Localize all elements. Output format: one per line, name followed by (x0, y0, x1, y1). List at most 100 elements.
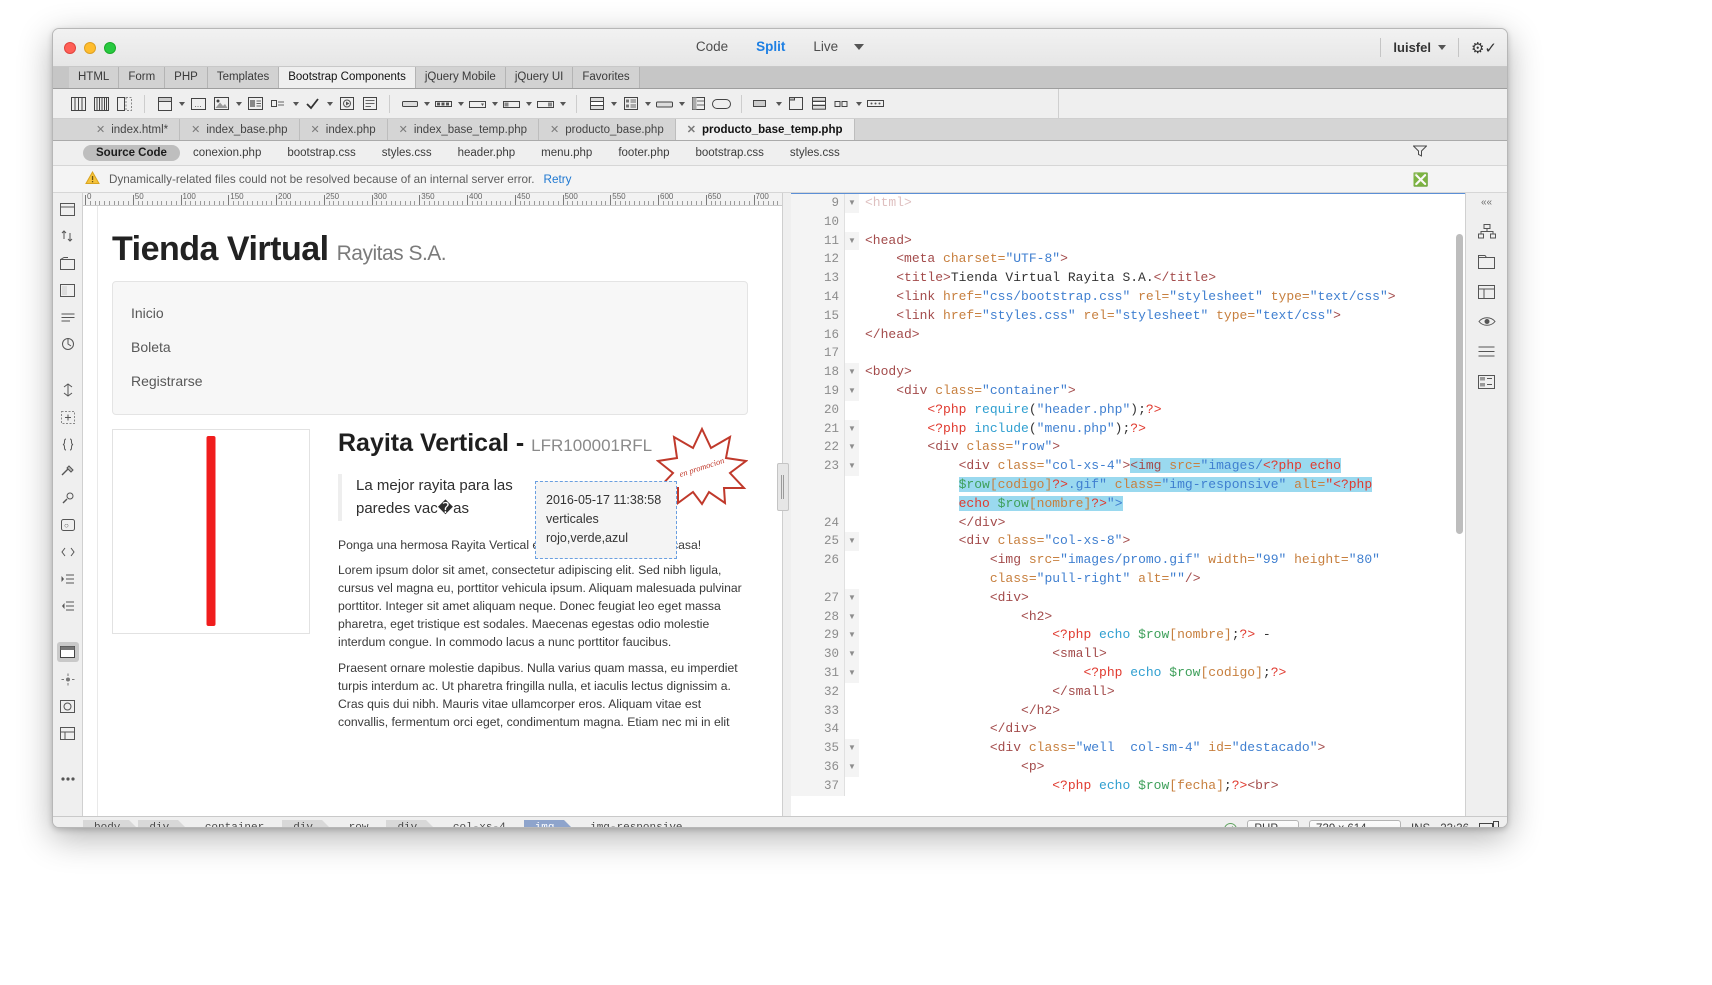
related-file-menu-php-5[interactable]: menu.php (528, 145, 605, 161)
more-options-icon[interactable] (57, 769, 79, 789)
preview-browser-icon[interactable] (57, 696, 79, 716)
fold-toggle-icon[interactable]: ▼ (845, 419, 859, 439)
close-icon[interactable]: ✕ (311, 123, 320, 136)
device-preview-icon[interactable] (1479, 820, 1499, 827)
code-text[interactable]: <div class="col-xs-4"><img src="images/<… (859, 457, 1465, 476)
chevron-down-icon[interactable] (455, 94, 466, 114)
code-line[interactable]: 31 ▼ <?php echo $row[codigo];?> (791, 663, 1465, 683)
chevron-down-icon[interactable] (853, 94, 864, 114)
code-text[interactable]: <html> (859, 194, 1465, 213)
css-designer-icon[interactable] (1475, 281, 1499, 302)
view-mode-code[interactable]: Code (696, 39, 728, 54)
code-line[interactable]: 27 ▼ <div> (791, 588, 1465, 608)
chevron-down-icon[interactable] (421, 94, 432, 114)
code-line[interactable]: class="pull-right" alt=""/> (791, 569, 1465, 589)
checkmark-icon[interactable] (301, 94, 324, 114)
close-icon[interactable]: ✕ (550, 123, 559, 136)
close-icon[interactable]: ✕ (191, 123, 200, 136)
view-mode-split[interactable]: Split (756, 39, 785, 54)
nav-item-registrarse[interactable]: Registrarse (131, 364, 729, 398)
retry-link[interactable]: Retry (544, 173, 572, 186)
input-group-icon[interactable] (500, 94, 523, 114)
window-size-select[interactable]: 739 x 614 (1309, 820, 1402, 827)
code-view-pane[interactable]: 9 ▼ <html> 10 11 ▼ <head> 12 <meta charset="UTF… (791, 193, 1465, 816)
rendered-page[interactable]: Tienda Virtual Rayitas S.A. Inicio Boleta… (97, 206, 768, 816)
code-text[interactable]: <?php echo $row[codigo];?> (859, 664, 1465, 683)
columns-icon[interactable] (67, 94, 90, 114)
fold-toggle-icon[interactable]: ▼ (845, 739, 859, 758)
code-text[interactable]: <div class="well col-sm-4" id="destacado… (859, 739, 1465, 758)
code-text[interactable]: <h2> (859, 608, 1465, 627)
doc-tab-index-html-[interactable]: ✕ index.html* (85, 119, 181, 140)
code-text[interactable]: <title>Tienda Virtual Rayita S.A.</title… (859, 269, 1465, 288)
panel-header-icon[interactable] (153, 94, 176, 114)
code-text[interactable]: <head> (859, 232, 1465, 251)
code-line[interactable]: $row[codigo]?>.gif" class="img-responsiv… (791, 475, 1465, 495)
breadcrumb-col-xs-4[interactable]: .col-xs-4 (435, 820, 514, 827)
fold-toggle-icon[interactable]: ▼ (845, 588, 859, 608)
code-vertical-scrollbar[interactable] (1456, 234, 1463, 534)
select-dropdown-icon[interactable] (466, 94, 489, 114)
media-list-icon[interactable] (619, 94, 642, 114)
label-badge-icon[interactable] (267, 94, 290, 114)
nav-item-boleta[interactable]: Boleta (131, 330, 729, 364)
code-line[interactable]: 17 (791, 344, 1465, 364)
select-parent-tag-icon[interactable] (57, 407, 79, 427)
code-line[interactable]: 13 <title>Tienda Virtual Rayita S.A.</ti… (791, 269, 1465, 288)
chevron-down-icon[interactable] (290, 94, 301, 114)
column-insert-icon[interactable] (113, 94, 136, 114)
code-line[interactable]: 25 ▼ <div class="col-xs-8"> (791, 532, 1465, 552)
git-panel-icon[interactable] (1475, 371, 1499, 392)
chevron-down-icon[interactable] (523, 94, 534, 114)
visual-media-queries-icon[interactable] (57, 723, 79, 743)
code-line[interactable]: 20 <?php require("header.php");?> (791, 400, 1465, 420)
code-text[interactable]: </div> (859, 720, 1465, 739)
chevron-down-icon[interactable] (557, 94, 568, 114)
code-line[interactable]: 11 ▼ <head> (791, 231, 1465, 251)
list-group-icon[interactable] (585, 94, 608, 114)
fold-toggle-icon[interactable]: ▼ (845, 457, 859, 476)
chevron-down-icon[interactable] (489, 94, 500, 114)
related-file-conexion-php-1[interactable]: conexion.php (180, 145, 274, 161)
code-line[interactable]: 18 ▼ <body> (791, 363, 1465, 382)
columns-dense-icon[interactable] (90, 94, 113, 114)
code-text[interactable]: <?php include("menu.php");?> (859, 420, 1465, 439)
live-view-chevron-down-icon[interactable] (854, 44, 865, 51)
breadcrumb-div[interactable]: div (282, 820, 330, 827)
media-object-icon[interactable] (244, 94, 267, 114)
product-image-placeholder[interactable] (112, 429, 310, 634)
insert-tab-form[interactable]: Form (119, 67, 166, 88)
fold-toggle-icon[interactable]: ▼ (845, 757, 859, 777)
image-icon[interactable] (210, 94, 233, 114)
snippets-panel-icon[interactable] (1475, 341, 1499, 362)
code-text[interactable]: <link href="styles.css" rel="stylesheet"… (859, 307, 1465, 326)
code-line[interactable]: 23 ▼ <div class="col-xs-4"><img src="imag… (791, 457, 1465, 476)
code-line[interactable]: 29 ▼ <?php echo $row[nombre];?> - (791, 626, 1465, 646)
code-line[interactable]: 15 <link href="styles.css" rel="styleshe… (791, 306, 1465, 326)
expand-all-icon[interactable] (57, 380, 79, 400)
chevron-down-icon[interactable] (676, 94, 687, 114)
input-field-icon[interactable] (398, 94, 421, 114)
related-file-styles-css-8[interactable]: styles.css (777, 145, 853, 161)
pill-badge-icon[interactable] (710, 94, 733, 114)
code-line[interactable]: 10 (791, 212, 1465, 232)
breadcrumb-div[interactable]: div (386, 820, 435, 827)
close-icon[interactable]: ❎ (1413, 172, 1429, 188)
fold-toggle-icon[interactable]: ▼ (845, 363, 859, 382)
code-text[interactable]: </div> (859, 514, 1465, 533)
code-navigator-icon[interactable] (57, 199, 79, 219)
breadcrumb-div[interactable]: div (138, 820, 186, 827)
video-player-icon[interactable] (335, 94, 358, 114)
fold-toggle-icon[interactable]: ▼ (845, 438, 859, 458)
check-circle-icon[interactable]: ✓ (1224, 822, 1238, 827)
doc-tab-producto-base-php[interactable]: ✕ producto_base.php (539, 119, 676, 140)
code-text[interactable]: <div> (859, 589, 1465, 608)
fold-toggle-icon[interactable]: ▼ (845, 626, 859, 646)
code-line[interactable]: 35 ▼ <div class="well col-sm-4" id="desta… (791, 739, 1465, 758)
code-text[interactable]: <p> (859, 758, 1465, 777)
fold-toggle-icon[interactable]: ▼ (845, 194, 859, 213)
chevron-down-icon[interactable] (233, 94, 244, 114)
code-line[interactable]: 28 ▼ <h2> (791, 607, 1465, 627)
outdent-code-icon[interactable] (57, 596, 79, 616)
close-icon[interactable]: ✕ (399, 123, 408, 136)
